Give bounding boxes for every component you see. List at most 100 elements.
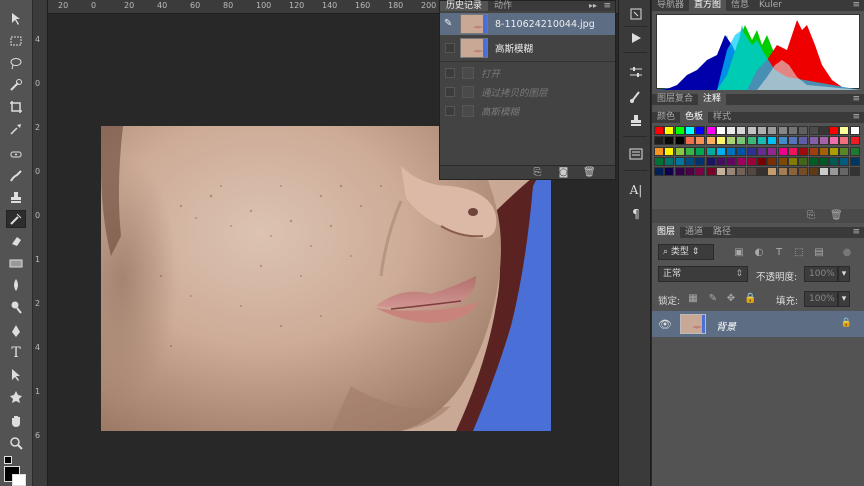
color-swatch[interactable] <box>777 146 788 156</box>
new-document-from-state-icon[interactable]: ⎘ <box>532 168 543 178</box>
color-swatch[interactable] <box>705 167 716 177</box>
color-swatch[interactable] <box>798 146 809 156</box>
pixel-filter-icon[interactable]: ▣ <box>734 248 744 258</box>
color-swatch[interactable] <box>664 146 675 156</box>
color-swatch[interactable] <box>767 146 778 156</box>
opacity-dropdown-button[interactable]: ▾ <box>838 266 850 282</box>
tab-history[interactable]: 历史记录 <box>440 1 489 11</box>
color-swatch[interactable] <box>746 136 757 146</box>
color-swatch[interactable] <box>705 156 716 166</box>
panel-menu-icon[interactable]: ≡ <box>852 227 860 238</box>
color-swatch[interactable] <box>757 146 767 156</box>
clone-stamp-tool-icon[interactable] <box>6 188 26 206</box>
color-swatch[interactable] <box>715 136 726 146</box>
color-swatch[interactable] <box>818 146 829 156</box>
layer-row-background[interactable]: 👁 背景 🔒 <box>652 311 864 337</box>
tab-kuler[interactable]: Kuler <box>754 0 787 11</box>
color-swatch[interactable] <box>777 136 788 146</box>
history-state-copy-layer[interactable]: 通过拷贝的图层 <box>440 82 615 101</box>
eyedropper-tool-icon[interactable] <box>6 120 26 138</box>
color-swatch[interactable] <box>767 167 778 177</box>
adjustment-filter-icon[interactable]: ◐ <box>754 248 764 258</box>
history-snapshot-gaussian[interactable]: 高斯模糊 <box>440 37 615 59</box>
color-swatch[interactable] <box>726 156 737 166</box>
lasso-tool-icon[interactable] <box>6 54 26 72</box>
shape-filter-icon[interactable]: ⬚ <box>794 248 804 258</box>
color-swatch[interactable] <box>746 146 757 156</box>
tab-swatches[interactable]: 色板 <box>680 112 709 123</box>
panel-menu-icon[interactable]: ≡ <box>852 94 860 105</box>
color-swatch[interactable] <box>777 167 788 177</box>
brush-tool-icon[interactable] <box>6 167 26 185</box>
color-swatch[interactable] <box>654 146 664 156</box>
color-swatch[interactable] <box>798 136 809 146</box>
color-swatch[interactable] <box>664 136 675 146</box>
dodge-tool-icon[interactable] <box>6 298 26 316</box>
color-swatch[interactable] <box>829 136 840 146</box>
color-swatch[interactable] <box>839 167 850 177</box>
color-swatch[interactable] <box>787 146 798 156</box>
tab-layer-comps[interactable]: 图层复合 <box>652 94 698 105</box>
color-swatch[interactable] <box>684 156 695 166</box>
trash-icon[interactable]: 🗑 <box>583 168 596 178</box>
lock-position-icon[interactable]: ✥ <box>726 294 736 304</box>
properties-panel-icon[interactable] <box>628 146 644 162</box>
type-filter-icon[interactable]: T <box>774 248 784 258</box>
path-selection-tool-icon[interactable] <box>6 366 26 384</box>
color-swatch[interactable] <box>736 167 747 177</box>
blur-tool-icon[interactable] <box>6 276 26 294</box>
blend-mode-select[interactable]: 正常 ⇕ <box>658 266 748 282</box>
tab-info[interactable]: 信息 <box>726 0 754 11</box>
color-swatch[interactable] <box>787 167 798 177</box>
layer-visibility-eye-icon[interactable]: 👁 <box>658 318 672 331</box>
history-brush-tool-icon[interactable] <box>6 210 26 228</box>
tab-histogram[interactable]: 直方图 <box>689 0 727 11</box>
fill-dropdown-button[interactable]: ▾ <box>838 291 850 307</box>
tab-paths[interactable]: 路径 <box>708 227 736 238</box>
filter-toggle-icon[interactable]: ● <box>842 248 852 258</box>
marquee-tool-icon[interactable] <box>6 32 26 50</box>
eraser-tool-icon[interactable] <box>6 232 26 250</box>
collapse-panel-icon[interactable]: ▸▸ <box>589 1 597 11</box>
color-swatch[interactable] <box>849 136 860 146</box>
history-source-checkbox[interactable] <box>445 86 455 97</box>
opacity-input[interactable]: 100% <box>804 266 838 282</box>
color-swatch[interactable] <box>695 146 706 156</box>
shape-tool-icon[interactable] <box>6 388 26 406</box>
color-swatch[interactable] <box>654 167 664 177</box>
crop-tool-icon[interactable] <box>6 98 26 116</box>
color-swatch[interactable] <box>839 146 850 156</box>
color-swatch[interactable] <box>808 156 819 166</box>
color-swatch[interactable] <box>777 126 788 135</box>
color-swatch[interactable] <box>746 156 757 166</box>
color-swatch[interactable] <box>715 156 726 166</box>
color-swatch[interactable] <box>736 136 747 146</box>
color-swatch[interactable] <box>705 136 716 146</box>
color-swatch[interactable] <box>705 146 716 156</box>
color-swatch[interactable] <box>726 146 737 156</box>
color-swatch[interactable] <box>767 136 778 146</box>
delete-swatch-icon[interactable]: 🗑 <box>830 211 843 221</box>
color-swatch[interactable] <box>715 126 726 135</box>
color-swatch[interactable] <box>849 146 860 156</box>
color-swatch[interactable] <box>818 126 829 135</box>
color-swatch[interactable] <box>726 126 737 135</box>
color-swatch[interactable] <box>787 136 798 146</box>
color-swatch[interactable] <box>757 136 767 146</box>
adjustments-panel-icon[interactable] <box>628 64 644 80</box>
camera-snapshot-icon[interactable]: ◙ <box>558 168 569 178</box>
color-swatch[interactable] <box>829 167 840 177</box>
new-swatch-icon[interactable]: ⎘ <box>806 211 816 221</box>
color-swatch[interactable] <box>808 146 819 156</box>
color-swatch[interactable] <box>695 136 706 146</box>
color-swatch[interactable] <box>849 126 860 135</box>
color-swatch[interactable] <box>808 126 819 135</box>
color-swatch[interactable] <box>736 146 747 156</box>
color-swatch[interactable] <box>767 156 778 166</box>
history-panel-icon[interactable] <box>628 6 644 22</box>
color-swatch[interactable] <box>695 156 706 166</box>
panel-menu-icon[interactable]: ≡ <box>852 112 860 123</box>
color-swatch[interactable] <box>798 156 809 166</box>
lock-all-icon[interactable]: 🔒 <box>744 294 756 304</box>
color-swatch[interactable] <box>664 156 675 166</box>
